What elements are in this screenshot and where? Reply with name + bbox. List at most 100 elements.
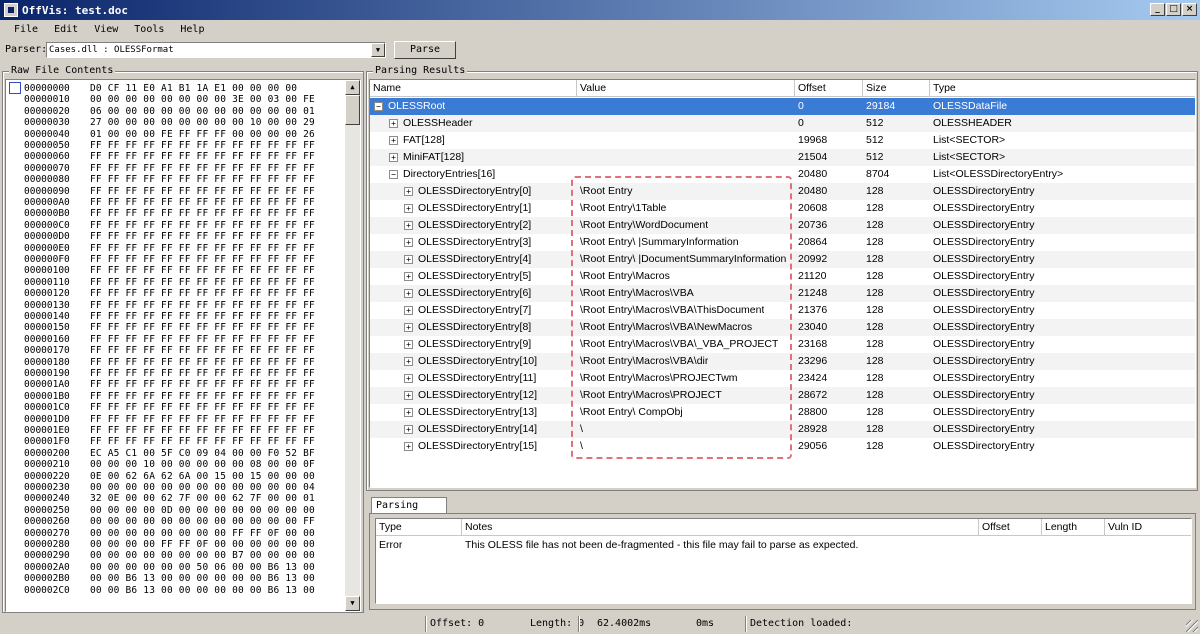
expand-icon[interactable]: + [389, 119, 398, 128]
result-row[interactable]: + OLESSDirectoryEntry[3] \Root Entry\ |Sum… [370, 234, 1195, 251]
title-bar[interactable]: OffVis: test.doc _ □ × [0, 0, 1200, 20]
status-time-detect: 0ms [696, 618, 715, 629]
result-row[interactable]: − OLESSRoot 0 29184 OLESSDataFile [370, 98, 1195, 115]
dropdown-arrow-icon[interactable]: ▼ [371, 43, 385, 57]
result-type: OLESSDirectoryEntry [933, 321, 1035, 333]
result-row[interactable]: + OLESSDirectoryEntry[1] \Root Entry\1Tabl… [370, 200, 1195, 217]
results-tree-grid[interactable]: Name Value Offset Size Type − OLESSRoot 0 2… [369, 79, 1196, 488]
result-type: List<OLESSDirectoryEntry> [933, 168, 1064, 180]
result-type: OLESSDirectoryEntry [933, 219, 1035, 231]
collapse-icon[interactable]: − [374, 102, 383, 111]
result-offset: 23040 [798, 321, 828, 333]
result-row[interactable]: + OLESSDirectoryEntry[6] \Root Entry\Macro… [370, 285, 1195, 302]
maximize-button[interactable]: □ [1166, 3, 1181, 16]
result-offset: 23296 [798, 355, 828, 367]
parser-select[interactable]: Cases.dll : OLESSFormat ▼ [46, 42, 386, 58]
column-header-type[interactable]: Type [930, 80, 1195, 97]
column-header-name[interactable]: Name [370, 80, 577, 97]
expand-icon[interactable]: + [404, 221, 413, 230]
expand-icon[interactable]: + [389, 136, 398, 145]
menu-tools[interactable]: Tools [126, 24, 172, 35]
hex-bytes: FF FF FF FF FF FF FF FF FF FF FF FF FF [90, 265, 315, 277]
notes-header-type[interactable]: Type [376, 519, 462, 536]
hex-scrollbar[interactable]: ▲ ▼ [345, 80, 360, 611]
result-row[interactable]: + OLESSDirectoryEntry[14] \ 28928 128 OLESSDi… [370, 421, 1195, 438]
scroll-up-icon[interactable]: ▲ [345, 80, 360, 95]
result-row[interactable]: + OLESSHeader 0 512 OLESSHEADER [370, 115, 1195, 132]
hex-view[interactable]: 00000000 D0 CF 11 E0 A1 B1 1A E1 00 00 00… [5, 79, 361, 612]
scroll-down-icon[interactable]: ▼ [345, 596, 360, 611]
result-row[interactable]: + OLESSDirectoryEntry[5] \Root Entry\Macro… [370, 268, 1195, 285]
hex-bytes: 00 00 B6 13 00 00 00 00 00 00 B6 13 00 [90, 584, 315, 596]
notes-header-length[interactable]: Length [1042, 519, 1105, 536]
result-row[interactable]: + FAT[128] 19968 512 List<SECTOR> [370, 132, 1195, 149]
expand-icon[interactable]: + [404, 272, 413, 281]
expand-icon[interactable]: + [404, 340, 413, 349]
expand-icon[interactable]: + [404, 425, 413, 434]
result-row[interactable]: + MiniFAT[128] 21504 512 List<SECTOR> [370, 149, 1195, 166]
expand-icon[interactable]: + [404, 357, 413, 366]
minimize-button[interactable]: _ [1150, 3, 1165, 16]
result-offset: 20608 [798, 202, 828, 214]
result-size: 128 [866, 389, 884, 401]
hex-bytes: FF FF FF FF FF FF FF FF FF FF FF FF FF [90, 322, 315, 334]
expand-icon[interactable]: + [404, 289, 413, 298]
expand-icon[interactable]: + [404, 374, 413, 383]
column-header-value[interactable]: Value [577, 80, 795, 97]
hex-offset: 000001D0 [24, 413, 70, 425]
column-header-offset[interactable]: Offset [795, 80, 863, 97]
hex-offset: 00000220 [24, 470, 70, 482]
notes-row[interactable]: Error This OLESS file has not been de-fr… [376, 537, 1191, 554]
expand-icon[interactable]: + [404, 255, 413, 264]
result-type: OLESSDirectoryEntry [933, 253, 1035, 265]
result-row[interactable]: + OLESSDirectoryEntry[7] \Root Entry\Macro… [370, 302, 1195, 319]
expand-icon[interactable]: + [389, 153, 398, 162]
expand-icon[interactable]: + [404, 323, 413, 332]
result-row[interactable]: + OLESSDirectoryEntry[10] \Root Entry\Macr… [370, 353, 1195, 370]
scroll-thumb[interactable] [345, 95, 360, 125]
hex-bytes: D0 CF 11 E0 A1 B1 1A E1 00 00 00 00 [90, 83, 298, 94]
expand-icon[interactable]: + [404, 391, 413, 400]
result-size: 128 [866, 185, 884, 197]
result-row[interactable]: + OLESSDirectoryEntry[13] \Root Entry\ Com… [370, 404, 1195, 421]
tab-parsing-notes[interactable]: Parsing Notes [371, 497, 447, 527]
expand-icon[interactable]: + [404, 187, 413, 196]
column-header-size[interactable]: Size [863, 80, 930, 97]
result-size: 128 [866, 355, 884, 367]
menu-view[interactable]: View [86, 24, 126, 35]
result-name: OLESSRoot [388, 100, 446, 112]
hex-offset: 00000270 [24, 527, 70, 539]
result-row[interactable]: + OLESSDirectoryEntry[11] \Root Entry\Macr… [370, 370, 1195, 387]
result-size: 128 [866, 236, 884, 248]
notes-header-notes[interactable]: Notes [462, 519, 979, 536]
notes-table[interactable]: Type Notes Offset Length Vuln ID Error T… [375, 518, 1192, 604]
notes-header-vuln-id[interactable]: Vuln ID [1105, 519, 1191, 536]
hex-offset: 00000010 [24, 94, 70, 106]
hex-offset: 00000180 [24, 356, 70, 368]
result-row[interactable]: + OLESSDirectoryEntry[0] \Root Entry 20480 1… [370, 183, 1195, 200]
menu-edit[interactable]: Edit [46, 24, 86, 35]
expand-icon[interactable]: + [404, 408, 413, 417]
resize-grip-icon[interactable] [1186, 620, 1198, 632]
close-button[interactable]: × [1182, 3, 1197, 16]
status-bar: Offset: 0 Length: 0 62.4002ms 0ms Detect… [0, 614, 1200, 634]
result-row[interactable]: − DirectoryEntries[16] 20480 8704 List<OLESS… [370, 166, 1195, 183]
expand-icon[interactable]: + [404, 442, 413, 451]
result-row[interactable]: + OLESSDirectoryEntry[4] \Root Entry\ |Doc… [370, 251, 1195, 268]
expand-icon[interactable]: + [404, 204, 413, 213]
result-size: 128 [866, 372, 884, 384]
result-row[interactable]: + OLESSDirectoryEntry[9] \Root Entry\Macro… [370, 336, 1195, 353]
menu-help[interactable]: Help [172, 24, 212, 35]
result-value: \Root Entry [580, 185, 633, 197]
parse-button[interactable]: Parse [394, 41, 456, 59]
result-row[interactable]: + OLESSDirectoryEntry[12] \Root Entry\Macr… [370, 387, 1195, 404]
expand-icon[interactable]: + [404, 306, 413, 315]
result-row[interactable]: + OLESSDirectoryEntry[2] \Root Entry\WordD… [370, 217, 1195, 234]
collapse-icon[interactable]: − [389, 170, 398, 179]
notes-header-offset[interactable]: Offset [979, 519, 1042, 536]
menu-file[interactable]: File [6, 24, 46, 35]
result-row[interactable]: + OLESSDirectoryEntry[15] \ 29056 128 OLESSDi… [370, 438, 1195, 455]
result-name: FAT[128] [403, 134, 445, 146]
result-row[interactable]: + OLESSDirectoryEntry[8] \Root Entry\Macro… [370, 319, 1195, 336]
expand-icon[interactable]: + [404, 238, 413, 247]
